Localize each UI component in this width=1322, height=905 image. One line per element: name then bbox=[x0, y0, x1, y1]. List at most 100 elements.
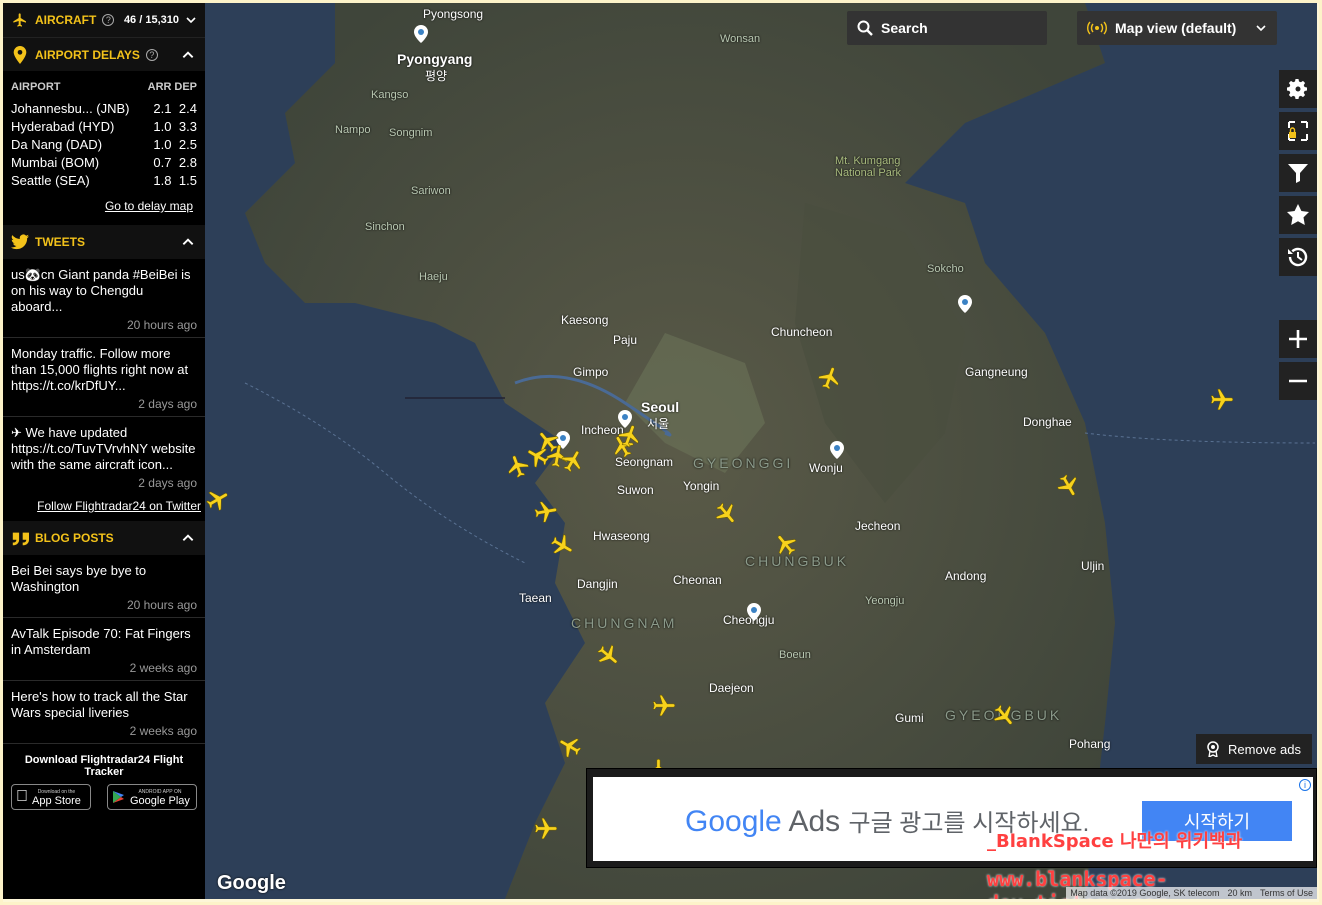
place-label: Daejeon bbox=[709, 681, 754, 695]
place-label: Hwaseong bbox=[593, 529, 650, 543]
table-row[interactable]: Seattle (SEA) 1.8 1.5 bbox=[11, 171, 197, 189]
place-label: Uljin bbox=[1081, 559, 1105, 573]
blog-item[interactable]: AvTalk Episode 70: Fat Fingers in Amster… bbox=[3, 618, 205, 681]
settings-button[interactable] bbox=[1279, 70, 1317, 108]
tweet-item[interactable]: us🐼cn Giant panda #BeiBei is on his way … bbox=[3, 259, 205, 338]
place-label: Yeongju bbox=[865, 595, 905, 607]
app-store-label: App Store bbox=[20, 795, 81, 807]
chevron-down-icon bbox=[1256, 25, 1266, 32]
airport-pin-icon[interactable] bbox=[830, 441, 844, 459]
aircraft-header[interactable]: AIRCRAFT ? 46 / 15,310 bbox=[3, 3, 205, 37]
chevron-up-icon[interactable] bbox=[181, 235, 195, 249]
place-label: Andong bbox=[945, 569, 987, 583]
place-label: Gumi bbox=[895, 711, 924, 725]
filter-button[interactable] bbox=[1279, 154, 1317, 192]
table-row[interactable]: Johannesbu... (JNB) 2.1 2.4 bbox=[11, 99, 197, 117]
map-canvas[interactable]: Pyongsong Pyongyang 평양 Wonsan Kangso Nam… bbox=[205, 3, 1317, 899]
ad-banner[interactable]: Google Ads 구글 광고를 시작하세요. 시작하기 i bbox=[586, 768, 1317, 868]
place-label: Kangso bbox=[371, 89, 409, 101]
tweet-time: 2 days ago bbox=[138, 476, 197, 490]
region-label: GYEONGGI bbox=[693, 455, 794, 471]
tweets-list: us🐼cn Giant panda #BeiBei is on his way … bbox=[3, 259, 205, 521]
chevron-up-icon[interactable] bbox=[181, 48, 195, 62]
help-icon[interactable]: ? bbox=[102, 14, 115, 26]
remove-ads-button[interactable]: Remove ads bbox=[1196, 734, 1312, 764]
airport-name: Seattle (SEA) bbox=[11, 172, 90, 188]
help-icon[interactable]: ? bbox=[145, 48, 158, 61]
remove-ads-label: Remove ads bbox=[1228, 741, 1301, 757]
fullscreen-button[interactable] bbox=[1279, 112, 1317, 150]
search-icon bbox=[857, 20, 873, 36]
aircraft-count: 46 / 15,310 bbox=[123, 14, 179, 26]
place-label: Wonsan bbox=[720, 33, 761, 45]
tweet-item[interactable]: Monday traffic. Follow more than 15,000 … bbox=[3, 338, 205, 417]
region-label: CHUNGNAM bbox=[571, 615, 678, 631]
filter-icon bbox=[1288, 164, 1308, 183]
place-label: Gimpo bbox=[573, 365, 609, 379]
dep-value: 2.8 bbox=[178, 154, 197, 170]
google-play-button[interactable]: ANDROID APP ON Google Play bbox=[107, 784, 197, 810]
terms-link[interactable]: Terms of Use bbox=[1260, 888, 1313, 898]
map-view-label: Map view (default) bbox=[1115, 20, 1237, 36]
delays-panel: AIRPORT ARR DEP Johannesbu... (JNB) 2.1 2.… bbox=[3, 71, 205, 225]
blog-title: Bei Bei says bye bye to Washington bbox=[11, 563, 147, 594]
airport-name: Johannesbu... (JNB) bbox=[11, 100, 130, 116]
search-button[interactable]: Search bbox=[847, 11, 1047, 45]
delay-map-link[interactable]: Go to delay map bbox=[11, 189, 197, 221]
minus-icon bbox=[1289, 379, 1307, 383]
chevron-up-icon[interactable] bbox=[181, 531, 195, 545]
aircraft-icon[interactable] bbox=[531, 497, 561, 527]
dep-value: 3.3 bbox=[178, 118, 197, 134]
watermark-line1: _BlankSpace 나만의 위키백과 bbox=[987, 831, 1243, 852]
google-play-label: Google Play bbox=[130, 795, 190, 807]
tweets-header[interactable]: TWEETS bbox=[3, 225, 205, 259]
google-logo: Google bbox=[217, 872, 286, 894]
place-label: Yongin bbox=[683, 479, 720, 493]
col-dep: DEP bbox=[174, 81, 197, 93]
favorites-button[interactable] bbox=[1279, 196, 1317, 234]
blog-time: 2 weeks ago bbox=[129, 661, 197, 675]
airport-pin-icon[interactable] bbox=[958, 295, 972, 313]
info-icon[interactable]: i bbox=[1299, 779, 1311, 791]
chevron-down-icon[interactable] bbox=[185, 14, 197, 26]
place-label: Taean bbox=[519, 591, 552, 605]
badge-icon bbox=[1207, 741, 1219, 757]
table-row[interactable]: Da Nang (DAD) 1.0 2.5 bbox=[11, 135, 197, 153]
follow-twitter-link[interactable]: Follow Flightradar24 on Twitter bbox=[3, 495, 205, 521]
tweet-item[interactable]: ✈ We have updated https://t.co/TuvTVrvhN… bbox=[3, 417, 205, 495]
arr-value: 1.0 bbox=[153, 136, 172, 152]
airplane-icon bbox=[11, 11, 29, 29]
place-label: Gangneung bbox=[965, 365, 1028, 379]
aircraft-icon[interactable] bbox=[1209, 387, 1235, 413]
place-label: Chuncheon bbox=[771, 325, 833, 339]
tweet-text: Monday traffic. Follow more than 15,000 … bbox=[11, 346, 189, 393]
delays-table: AIRPORT ARR DEP Johannesbu... (JNB) 2.1 2.… bbox=[11, 77, 197, 189]
ads-brand: Ads bbox=[788, 805, 841, 838]
playback-button[interactable] bbox=[1279, 238, 1317, 276]
scale-text: 20 km bbox=[1227, 888, 1252, 898]
blog-header[interactable]: BLOG POSTS bbox=[3, 521, 205, 555]
blog-item[interactable]: Here's how to track all the Star Wars sp… bbox=[3, 681, 205, 744]
aircraft-icon[interactable] bbox=[533, 816, 559, 842]
fullscreen-locked-icon bbox=[1288, 121, 1308, 141]
map-view-dropdown[interactable]: Map view (default) bbox=[1077, 11, 1277, 45]
airport-pin-icon[interactable] bbox=[747, 603, 761, 621]
blog-title: AvTalk Episode 70: Fat Fingers in Amster… bbox=[11, 626, 191, 657]
apple-icon:  bbox=[16, 788, 28, 806]
zoom-in-button[interactable] bbox=[1279, 320, 1317, 358]
airport-delays-header[interactable]: AIRPORT DELAYS ? bbox=[3, 37, 205, 71]
zoom-out-button[interactable] bbox=[1279, 362, 1317, 400]
table-row[interactable]: Hyderabad (HYD) 1.0 3.3 bbox=[11, 117, 197, 135]
place-label: Nampo bbox=[335, 124, 371, 136]
place-label: Donghae bbox=[1023, 415, 1072, 429]
table-row[interactable]: Mumbai (BOM) 0.7 2.8 bbox=[11, 153, 197, 171]
app-store-button[interactable]:  Download on theApp Store bbox=[11, 784, 91, 810]
terrain bbox=[244, 3, 1316, 899]
place-label: Cheonan bbox=[673, 573, 722, 587]
blog-item[interactable]: Bei Bei says bye bye to Washington 20 hou… bbox=[3, 555, 205, 618]
airport-delays-label: AIRPORT DELAYS bbox=[35, 47, 140, 62]
region-label: CHUNGBUK bbox=[745, 553, 850, 569]
place-label: Paju bbox=[613, 333, 638, 347]
aircraft-icon[interactable] bbox=[651, 693, 677, 719]
airport-pin-icon[interactable] bbox=[414, 25, 428, 43]
